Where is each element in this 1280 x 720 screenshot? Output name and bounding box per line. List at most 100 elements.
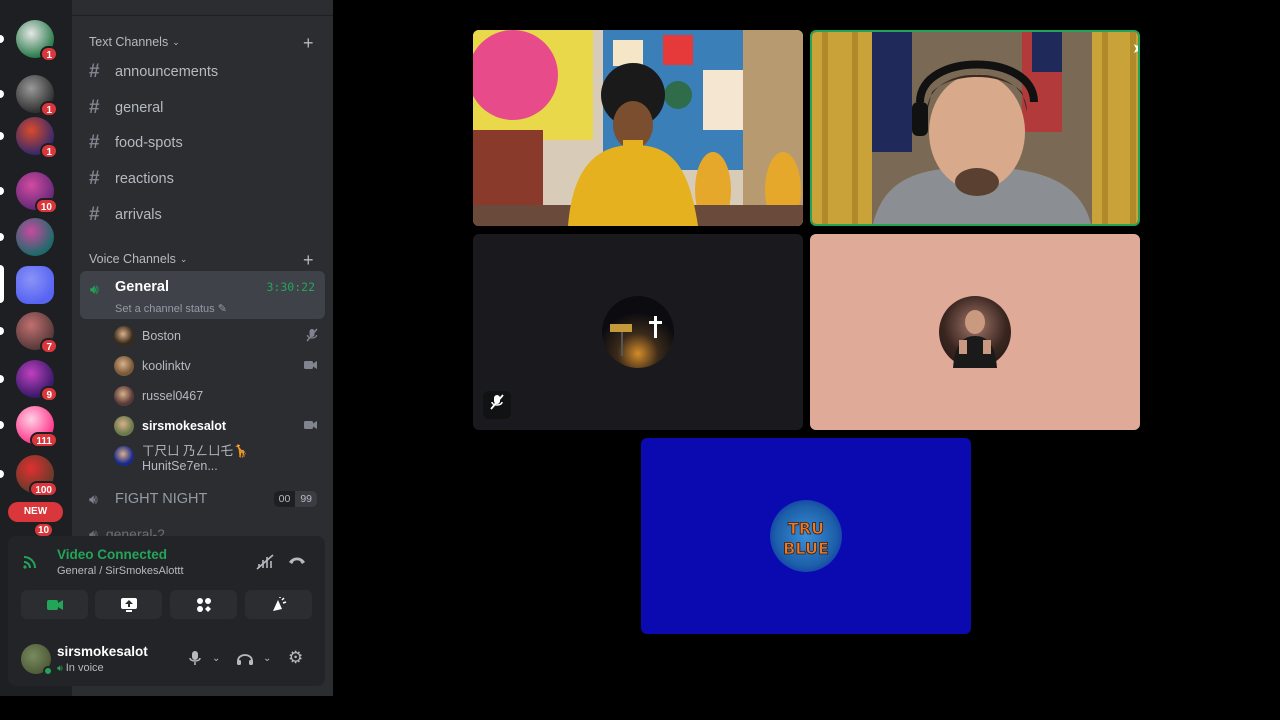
unread-indicator [0,327,4,335]
unread-indicator [0,421,4,429]
voice-user[interactable]: sirsmokesalot [114,413,324,439]
video-tile-boston[interactable] [473,234,803,430]
channel-name: arrivals [115,206,162,223]
mention-badge: 7 [40,338,58,354]
video-stage: ➤ TRUBLUE [333,0,1280,696]
voice-channel-general[interactable]: 🔊︎ General 3:30:22 Set a channel status … [80,271,325,319]
new-unreads-button[interactable]: NEW [8,502,63,522]
voice-channel-fight-night[interactable]: 🔊︎ FIGHT NIGHT 00 99 [89,487,317,511]
current-username[interactable]: sirsmokesalot [57,644,148,659]
text-channels-header[interactable]: Text Channels ⌄ [89,35,180,49]
unread-indicator [0,90,4,98]
hash-icon: # [89,96,100,118]
user-panel: sirsmokesalot 🔊︎ In voice ⌄ ⌄ ⚙ [8,634,325,686]
server-icon[interactable] [16,218,54,256]
voice-channels-header[interactable]: Voice Channels ⌄ [89,252,187,266]
unread-indicator [0,132,4,140]
mention-badge: 1 [40,143,58,159]
mention-badge: 9 [40,386,58,402]
server-icon[interactable] [16,266,54,304]
audio-options-chevron-icon[interactable]: ⌄ [263,653,271,664]
avatar [114,446,134,466]
voice-user[interactable]: russel0467 [114,383,324,409]
avatar [114,416,134,436]
camera-icon [304,359,318,373]
text-channel-reactions[interactable]: # reactions [89,165,174,193]
server-icon[interactable]: 111 [16,406,58,448]
voice-connection-panel: Video Connected General / SirSmokesAlott… [8,536,325,634]
hash-icon: # [89,61,100,82]
disconnect-icon[interactable] [288,554,306,571]
voice-user[interactable]: ㄒ尺ㄩ 乃ㄥㄩ乇🦒HunitSe7en... [114,443,324,473]
gear-icon[interactable]: ⚙ [288,648,303,668]
mention-badge: 111 [30,432,58,448]
camera-icon [304,419,318,433]
voice-status-subtitle[interactable]: General / SirSmokesAlottt [57,565,184,577]
text-channel-announcements[interactable]: # announcements [89,58,218,86]
server-icon[interactable]: 9 [16,360,58,402]
voice-username: sirsmokesalot [142,419,227,433]
mention-badge: 1 [40,46,58,62]
avatar [114,326,134,346]
voice-channel-name: FIGHT NIGHT [115,491,208,507]
voice-channels-label: Voice Channels [89,252,176,266]
soundboard-button[interactable] [245,590,312,619]
video-tile-russel0467[interactable] [810,234,1140,430]
activities-button[interactable] [170,590,237,619]
avatar [939,296,1011,368]
camera-button[interactable] [21,590,88,619]
headphones-icon[interactable] [236,650,254,669]
noise-suppression-icon[interactable] [256,554,274,573]
mic-options-chevron-icon[interactable]: ⌄ [212,653,220,664]
set-channel-status-link[interactable]: Set a channel status ✎ [115,302,227,315]
server-icon[interactable]: 1 [16,75,58,117]
voice-user[interactable]: Boston [114,323,324,349]
avatar [602,296,674,368]
text-channel-general[interactable]: # general [89,94,163,122]
voice-username: koolinktv [142,359,191,373]
video-tile-koolinktv[interactable] [473,30,803,226]
mouse-cursor: ➤ [1132,40,1138,57]
text-channel-arrivals[interactable]: # arrivals [89,201,162,229]
server-icon[interactable]: 7 [16,312,58,354]
server-icon[interactable]: 100 [16,455,58,497]
channel-name: general [115,99,164,116]
user-limit-counter: 00 99 [273,491,317,507]
voice-channel-timer: 3:30:22 [266,280,315,294]
server-icon[interactable]: 10 [16,172,58,214]
signal-strength-icon[interactable] [22,554,38,574]
bottom-bar [0,696,1280,720]
hash-icon: # [89,132,100,154]
microphone-icon[interactable] [188,650,202,669]
server-icon[interactable]: 1 [16,20,58,62]
guild-header[interactable] [72,0,333,16]
pencil-icon: ✎ [217,303,227,315]
selected-server-indicator [0,265,4,303]
channel-name: reactions [115,171,174,188]
add-voice-channel-icon[interactable]: + [303,251,314,269]
speaker-icon: 🔊︎ [90,281,99,297]
user-count: 00 [273,491,296,507]
camera-icon [46,599,63,610]
video-tile-boston-cam[interactable]: ➤ [810,30,1140,226]
text-channel-food-spots[interactable]: # food-spots [89,129,183,157]
video-feed-boston-cam [812,32,1138,224]
voice-username: Boston [142,329,181,343]
user-status-label: In voice [65,662,104,674]
add-text-channel-icon[interactable]: + [303,34,314,52]
channel-name: food-spots [115,135,183,152]
soundboard-icon [272,596,286,611]
voice-user[interactable]: koolinktv [114,353,324,379]
svg-text:BLUE: BLUE [783,539,829,558]
voice-status-title[interactable]: Video Connected [57,547,167,562]
mention-badge: 100 [29,481,58,497]
screenshare-button[interactable] [95,590,162,619]
server-icon[interactable]: 1 [16,117,58,159]
chevron-down-icon: ⌄ [179,253,188,264]
current-user-status: 🔊︎ In voice [57,662,104,674]
screenshare-icon [120,597,137,612]
voice-username: russel0467 [142,389,204,403]
video-tile-trublue[interactable]: TRU BLUE [641,438,971,634]
user-limit: 99 [295,491,317,507]
avatar [114,356,134,376]
